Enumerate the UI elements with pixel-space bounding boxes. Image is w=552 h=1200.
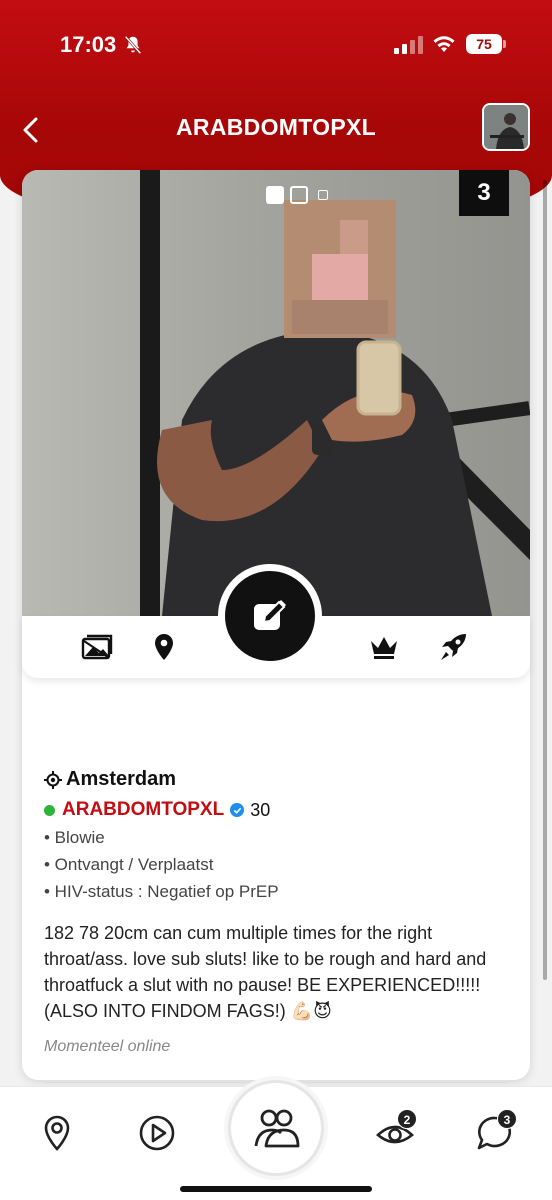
age: 30 — [250, 799, 271, 820]
photo-pagination — [266, 186, 328, 204]
avatar[interactable] — [482, 103, 530, 151]
page-dot[interactable] — [290, 186, 308, 204]
edit-profile-button[interactable] — [218, 564, 322, 668]
status-bar: 17:03 75 — [0, 0, 552, 90]
profile-info: Amsterdam ARABDOMTOPXL 30 • Blowie • Ont… — [44, 768, 514, 1056]
attribute-item: • Ontvangt / Verplaatst — [44, 855, 214, 874]
signal-icon — [394, 36, 423, 54]
video-page-icon[interactable] — [318, 190, 328, 200]
bio-text: 182 78 20cm can cum multiple times for t… — [44, 923, 487, 1021]
crown-icon[interactable] — [368, 632, 400, 662]
photos-icon[interactable] — [81, 632, 113, 662]
scrollbar[interactable] — [543, 180, 547, 980]
photo-image — [140, 170, 530, 616]
bell-off-icon — [124, 35, 142, 55]
online-status: Momenteel online — [44, 1038, 171, 1055]
battery-tip — [503, 40, 506, 48]
attribute-item: • HIV-status : Negatief op PrEP — [44, 882, 279, 901]
battery-indicator: 75 — [466, 34, 502, 54]
photo-count-badge: 3 — [459, 170, 509, 216]
avatar-image — [484, 105, 528, 149]
people-nav-button[interactable] — [228, 1080, 324, 1176]
wifi-icon — [433, 36, 455, 52]
profile-photo[interactable]: 3 — [22, 170, 530, 616]
home-indicator — [180, 1186, 372, 1192]
eye-badge: 2 — [397, 1109, 417, 1129]
chat-badge: 3 — [497, 1109, 517, 1129]
rocket-icon[interactable] — [438, 632, 470, 662]
location-row: Amsterdam — [44, 768, 514, 791]
attribute-list: • Blowie • Ontvangt / Verplaatst • HIV-s… — [44, 828, 514, 902]
location-pin-icon[interactable] — [148, 632, 180, 662]
edit-icon — [254, 599, 287, 630]
status-time: 17:03 — [60, 32, 117, 57]
people-icon — [254, 1109, 300, 1148]
name-row: ARABDOMTOPXL 30 — [44, 799, 514, 821]
page-dot-active[interactable] — [266, 186, 284, 204]
crosshair-icon — [44, 770, 62, 789]
attribute-item: • Blowie — [44, 828, 105, 847]
username: ARABDOMTOPXL — [62, 799, 225, 820]
verified-check-icon — [230, 803, 245, 817]
page-title: ARABDOMTOPXL — [176, 114, 376, 140]
location-label: Amsterdam — [66, 768, 177, 790]
online-indicator — [44, 804, 55, 816]
map-pin-icon[interactable] — [37, 1113, 77, 1153]
play-icon[interactable] — [137, 1113, 177, 1153]
